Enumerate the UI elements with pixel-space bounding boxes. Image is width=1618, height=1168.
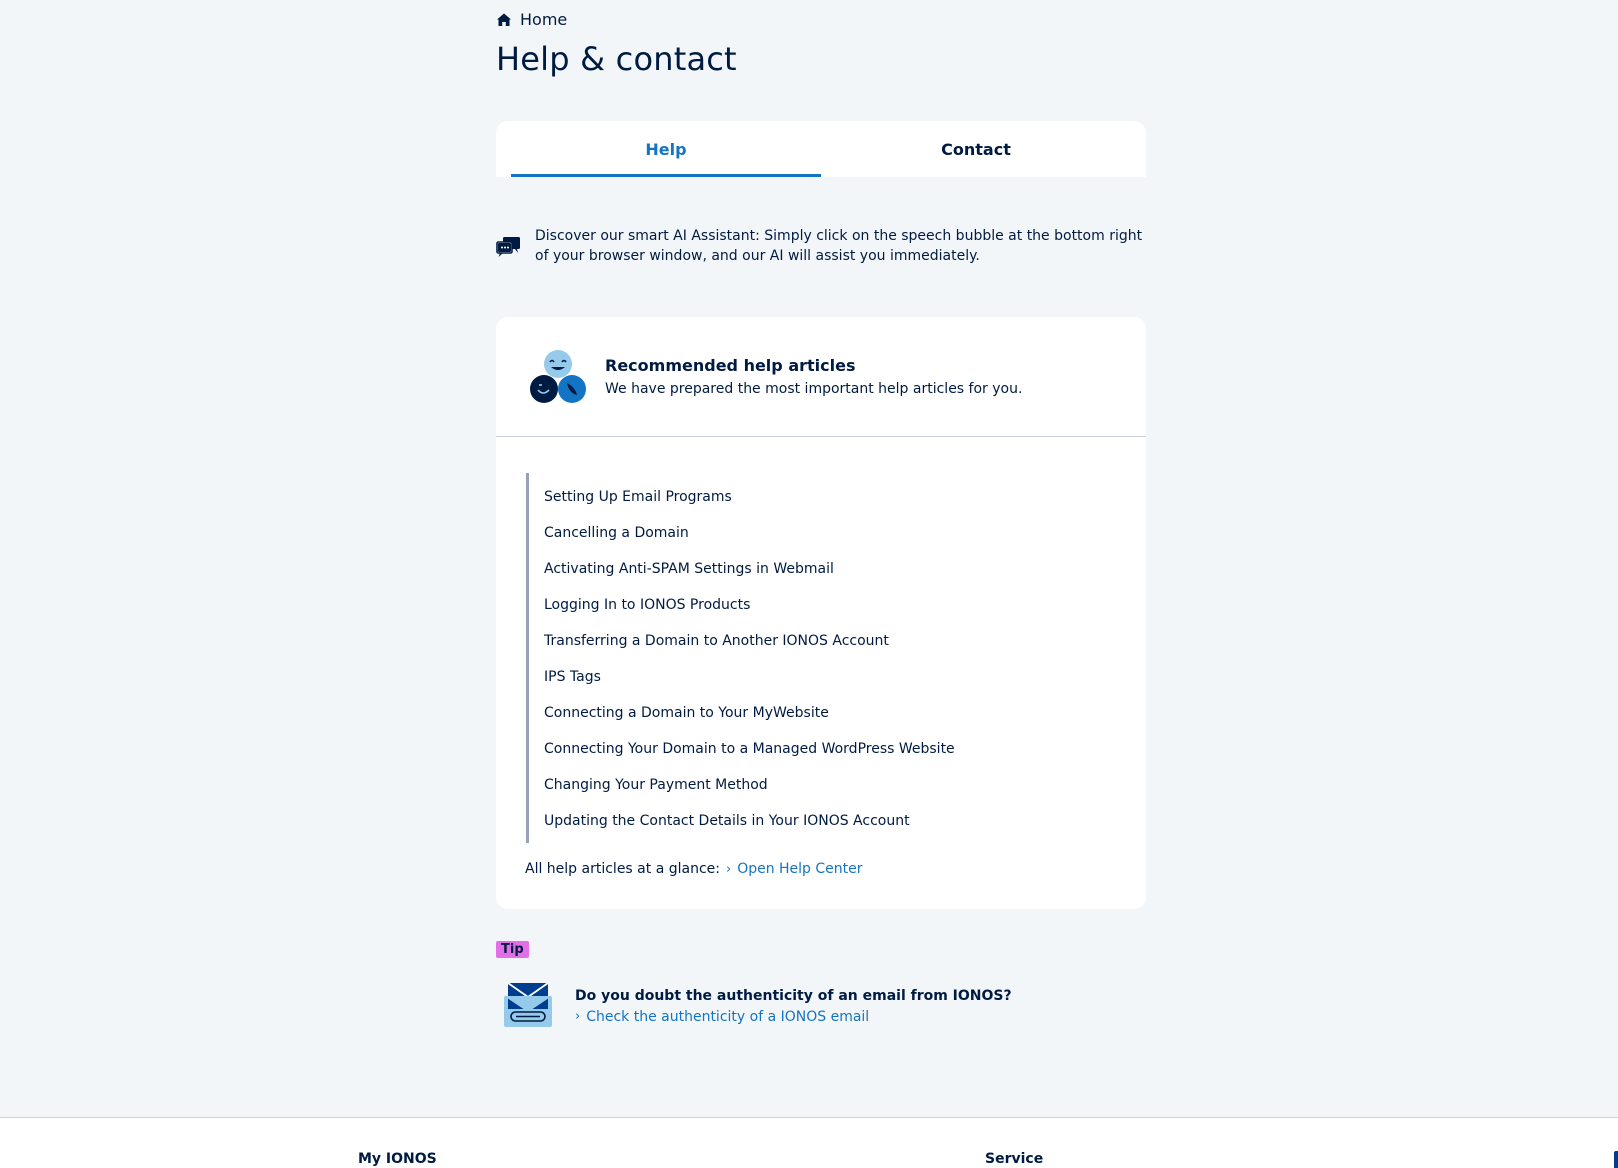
breadcrumb[interactable]: Home — [496, 10, 567, 29]
article-link[interactable]: Cancelling a Domain — [544, 515, 1146, 551]
chevron-right-icon: › — [725, 861, 732, 877]
chevron-right-icon: › — [575, 1009, 581, 1024]
article-link[interactable]: Connecting a Domain to Your MyWebsite — [544, 695, 1146, 731]
all-articles-row: All help articles at a glance: › Open He… — [525, 861, 863, 877]
all-articles-label: All help articles at a glance: — [525, 861, 720, 877]
card-header-text: Recommended help articles We have prepar… — [605, 355, 1022, 399]
recommended-articles-card: Recommended help articles We have prepar… — [496, 317, 1146, 909]
article-link[interactable]: Connecting Your Domain to a Managed Word… — [544, 731, 1146, 767]
open-help-center-link[interactable]: › Open Help Center — [726, 861, 863, 877]
envelope-illustration-icon — [504, 982, 552, 1027]
chat-launcher-edge[interactable] — [1614, 1151, 1618, 1168]
breadcrumb-home-label: Home — [520, 10, 568, 29]
open-help-center-label: Open Help Center — [737, 861, 863, 877]
article-link[interactable]: Updating the Contact Details in Your ION… — [544, 803, 1146, 839]
tip-box: Do you doubt the authenticity of an emai… — [503, 982, 1012, 1028]
tip-text: Do you doubt the authenticity of an emai… — [575, 986, 1012, 1025]
article-link[interactable]: Activating Anti-SPAM Settings in Webmail — [544, 551, 1146, 587]
tab-help[interactable]: Help — [511, 121, 821, 177]
faces-illustration-icon — [530, 349, 586, 403]
article-link[interactable]: IPS Tags — [544, 659, 1146, 695]
tab-bar: Help Contact — [496, 121, 1146, 177]
footer-heading-service: Service — [985, 1151, 1044, 1167]
home-icon — [497, 13, 511, 26]
article-link[interactable]: Setting Up Email Programs — [544, 479, 1146, 515]
page-title: Help & contact — [496, 40, 737, 78]
article-link[interactable]: Transferring a Domain to Another IONOS A… — [544, 623, 1146, 659]
tip-title: Do you doubt the authenticity of an emai… — [575, 987, 1012, 1004]
chat-bubbles-icon — [496, 236, 520, 257]
article-link[interactable]: Logging In to IONOS Products — [544, 587, 1146, 623]
check-authenticity-label: Check the authenticity of a IONOS email — [586, 1008, 870, 1025]
check-authenticity-link[interactable]: › Check the authenticity of a IONOS emai… — [575, 1009, 1012, 1025]
article-link[interactable]: Changing Your Payment Method — [544, 767, 1146, 803]
footer: My IONOS Service — [0, 1117, 1618, 1168]
card-title: Recommended help articles — [605, 355, 856, 375]
card-subtitle: We have prepared the most important help… — [605, 380, 1023, 397]
footer-heading-my-ionos: My IONOS — [358, 1151, 437, 1167]
ai-assistant-notice: Discover our smart AI Assistant: Simply … — [496, 226, 1152, 266]
tip-badge: Tip — [496, 941, 529, 958]
card-header: Recommended help articles We have prepar… — [496, 317, 1146, 437]
tab-contact[interactable]: Contact — [821, 121, 1131, 177]
article-list: Setting Up Email Programs Cancelling a D… — [526, 473, 1146, 843]
page: Home Help & contact Help Contact Discove… — [0, 0, 1618, 1168]
ai-assistant-text: Discover our smart AI Assistant: Simply … — [535, 228, 1143, 264]
